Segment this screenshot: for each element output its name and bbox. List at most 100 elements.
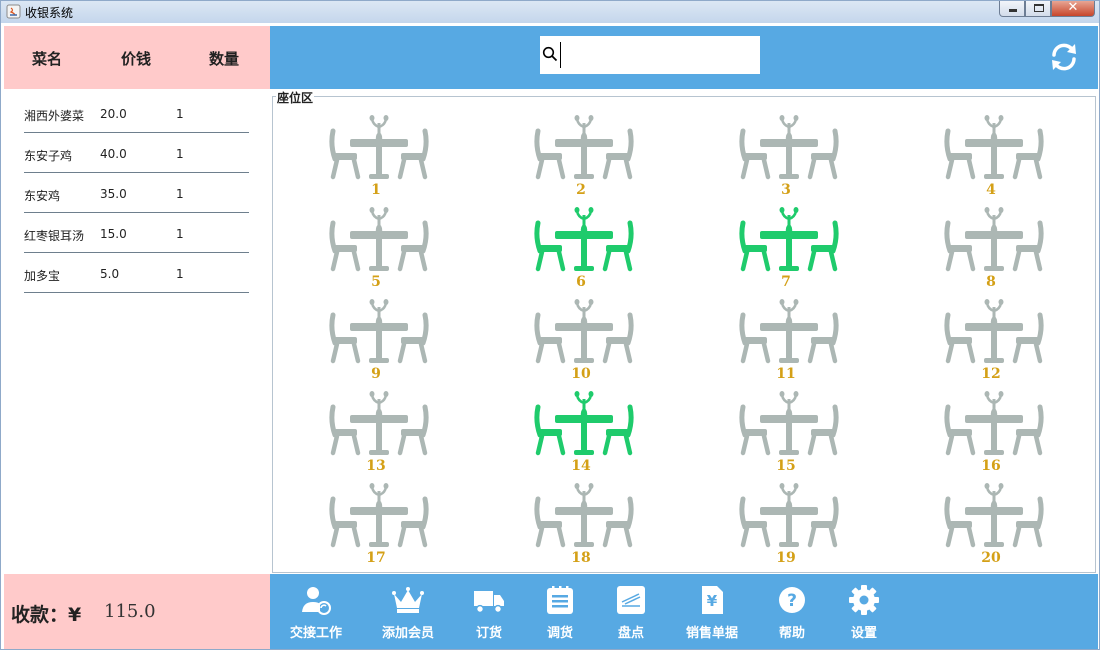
sales-receipts-button[interactable]: ¥ 销售单据 xyxy=(676,582,748,644)
toolbar-label: 添加会员 xyxy=(381,626,434,641)
minimize-button[interactable] xyxy=(999,1,1025,17)
table-9[interactable]: 9 xyxy=(321,287,431,382)
dining-table-icon xyxy=(944,391,1044,456)
seat-area: 座位区 1 2 3 4 5 6 7 8 9 10 11 12 13 14 15 16 17 18 19 20 xyxy=(272,89,1096,573)
order-price: 40.0 xyxy=(100,147,127,161)
dining-table-icon xyxy=(329,483,429,548)
transfer-goods-button[interactable]: 调货 xyxy=(524,582,596,644)
table-3[interactable]: 3 xyxy=(731,103,841,198)
dining-table-icon xyxy=(534,299,634,364)
dining-table-icon xyxy=(739,391,839,456)
table-7[interactable]: 7 xyxy=(731,195,841,290)
title-bar[interactable]: 收银系统 ✕ xyxy=(1,0,1099,23)
search-box[interactable] xyxy=(540,36,760,74)
refresh-icon[interactable] xyxy=(1048,41,1080,73)
order-list: 湘西外婆菜 20.0 1 东安子鸡 40.0 1 东安鸡 35.0 1 红枣银耳… xyxy=(4,89,270,574)
order-quantity: 1 xyxy=(176,267,184,281)
table-19[interactable]: 19 xyxy=(731,471,841,566)
dining-table-icon xyxy=(534,391,634,456)
table-number: 17 xyxy=(366,550,386,566)
table-8[interactable]: 8 xyxy=(936,195,1046,290)
dining-table-icon xyxy=(944,207,1044,272)
dining-table-icon xyxy=(944,299,1044,364)
header-quantity: 数量 xyxy=(209,50,240,68)
table-17[interactable]: 17 xyxy=(321,471,431,566)
close-icon: ✕ xyxy=(1067,0,1079,15)
top-bar xyxy=(270,26,1098,89)
table-20[interactable]: 20 xyxy=(936,471,1046,566)
svg-text:?: ? xyxy=(787,591,797,611)
java-app-icon xyxy=(6,4,21,19)
dining-table-icon xyxy=(739,483,839,548)
svg-text:¥: ¥ xyxy=(707,592,718,610)
settings-button[interactable]: 设置 xyxy=(828,582,900,644)
search-icon xyxy=(542,46,558,62)
help-button[interactable]: ? 帮助 xyxy=(756,582,828,644)
order-goods-button[interactable]: 订货 xyxy=(453,582,525,644)
dining-table-icon xyxy=(329,207,429,272)
order-quantity: 1 xyxy=(176,147,184,161)
dining-table-icon xyxy=(329,115,429,180)
order-quantity: 1 xyxy=(176,187,184,201)
close-button[interactable]: ✕ xyxy=(1051,0,1095,17)
order-price: 20.0 xyxy=(100,107,127,121)
handover-button[interactable]: 交接工作 xyxy=(280,582,352,644)
order-dish-name: 东安鸡 xyxy=(24,189,61,203)
dining-table-icon xyxy=(944,115,1044,180)
table-1[interactable]: 1 xyxy=(321,103,431,198)
truck-icon xyxy=(474,591,504,614)
dining-table-icon xyxy=(739,207,839,272)
toolbar-label: 订货 xyxy=(475,626,502,641)
table-13[interactable]: 13 xyxy=(321,379,431,474)
dining-table-icon xyxy=(739,115,839,180)
order-row[interactable]: 红枣银耳汤 15.0 1 xyxy=(24,213,249,253)
table-number: 20 xyxy=(981,550,1001,566)
order-dish-name: 加多宝 xyxy=(24,269,61,283)
header-dish-name: 菜名 xyxy=(32,50,63,68)
inventory-icon xyxy=(617,586,645,614)
dining-table-icon xyxy=(534,483,634,548)
table-16[interactable]: 16 xyxy=(936,379,1046,474)
order-dish-name: 东安子鸡 xyxy=(24,149,73,163)
dining-table-icon xyxy=(329,391,429,456)
table-number: 19 xyxy=(776,550,796,566)
order-price: 5.0 xyxy=(100,267,120,281)
order-row[interactable]: 加多宝 5.0 1 xyxy=(24,253,249,293)
table-15[interactable]: 15 xyxy=(731,379,841,474)
toolbar-label: 盘点 xyxy=(617,626,644,641)
yen-document-icon: ¥ xyxy=(702,586,723,614)
table-14[interactable]: 14 xyxy=(526,379,636,474)
dining-table-icon xyxy=(944,483,1044,548)
order-row[interactable]: 湘西外婆菜 20.0 1 xyxy=(24,93,249,133)
total-label: 收款：¥ xyxy=(11,604,82,626)
gear-icon xyxy=(849,585,879,615)
maximize-icon xyxy=(1034,4,1044,12)
toolbar-label: 帮助 xyxy=(778,626,805,641)
order-price: 15.0 xyxy=(100,227,127,241)
table-2[interactable]: 2 xyxy=(526,103,636,198)
table-11[interactable]: 11 xyxy=(731,287,841,382)
table-18[interactable]: 18 xyxy=(526,471,636,566)
inventory-button[interactable]: 盘点 xyxy=(595,582,667,644)
crown-icon xyxy=(392,587,424,613)
search-input[interactable] xyxy=(560,42,750,68)
table-4[interactable]: 4 xyxy=(936,103,1046,198)
toolbar-label: 调货 xyxy=(546,626,573,641)
dining-table-icon xyxy=(534,115,634,180)
table-6[interactable]: 6 xyxy=(526,195,636,290)
add-member-button[interactable]: 添加会员 xyxy=(372,582,444,644)
maximize-button[interactable] xyxy=(1025,1,1051,17)
order-row[interactable]: 东安鸡 35.0 1 xyxy=(24,173,249,213)
table-12[interactable]: 12 xyxy=(936,287,1046,382)
header-price: 价钱 xyxy=(121,50,152,68)
order-quantity: 1 xyxy=(176,107,184,121)
order-dish-name: 湘西外婆菜 xyxy=(24,109,85,123)
toolbar-label: 设置 xyxy=(850,626,877,641)
dining-table-icon xyxy=(534,207,634,272)
user-handover-icon xyxy=(302,587,331,615)
table-10[interactable]: 10 xyxy=(526,287,636,382)
order-total-panel: 收款：¥ 115.0 xyxy=(4,574,270,649)
order-row[interactable]: 东安子鸡 40.0 1 xyxy=(24,133,249,173)
toolbar-label: 交接工作 xyxy=(289,626,342,641)
table-5[interactable]: 5 xyxy=(321,195,431,290)
